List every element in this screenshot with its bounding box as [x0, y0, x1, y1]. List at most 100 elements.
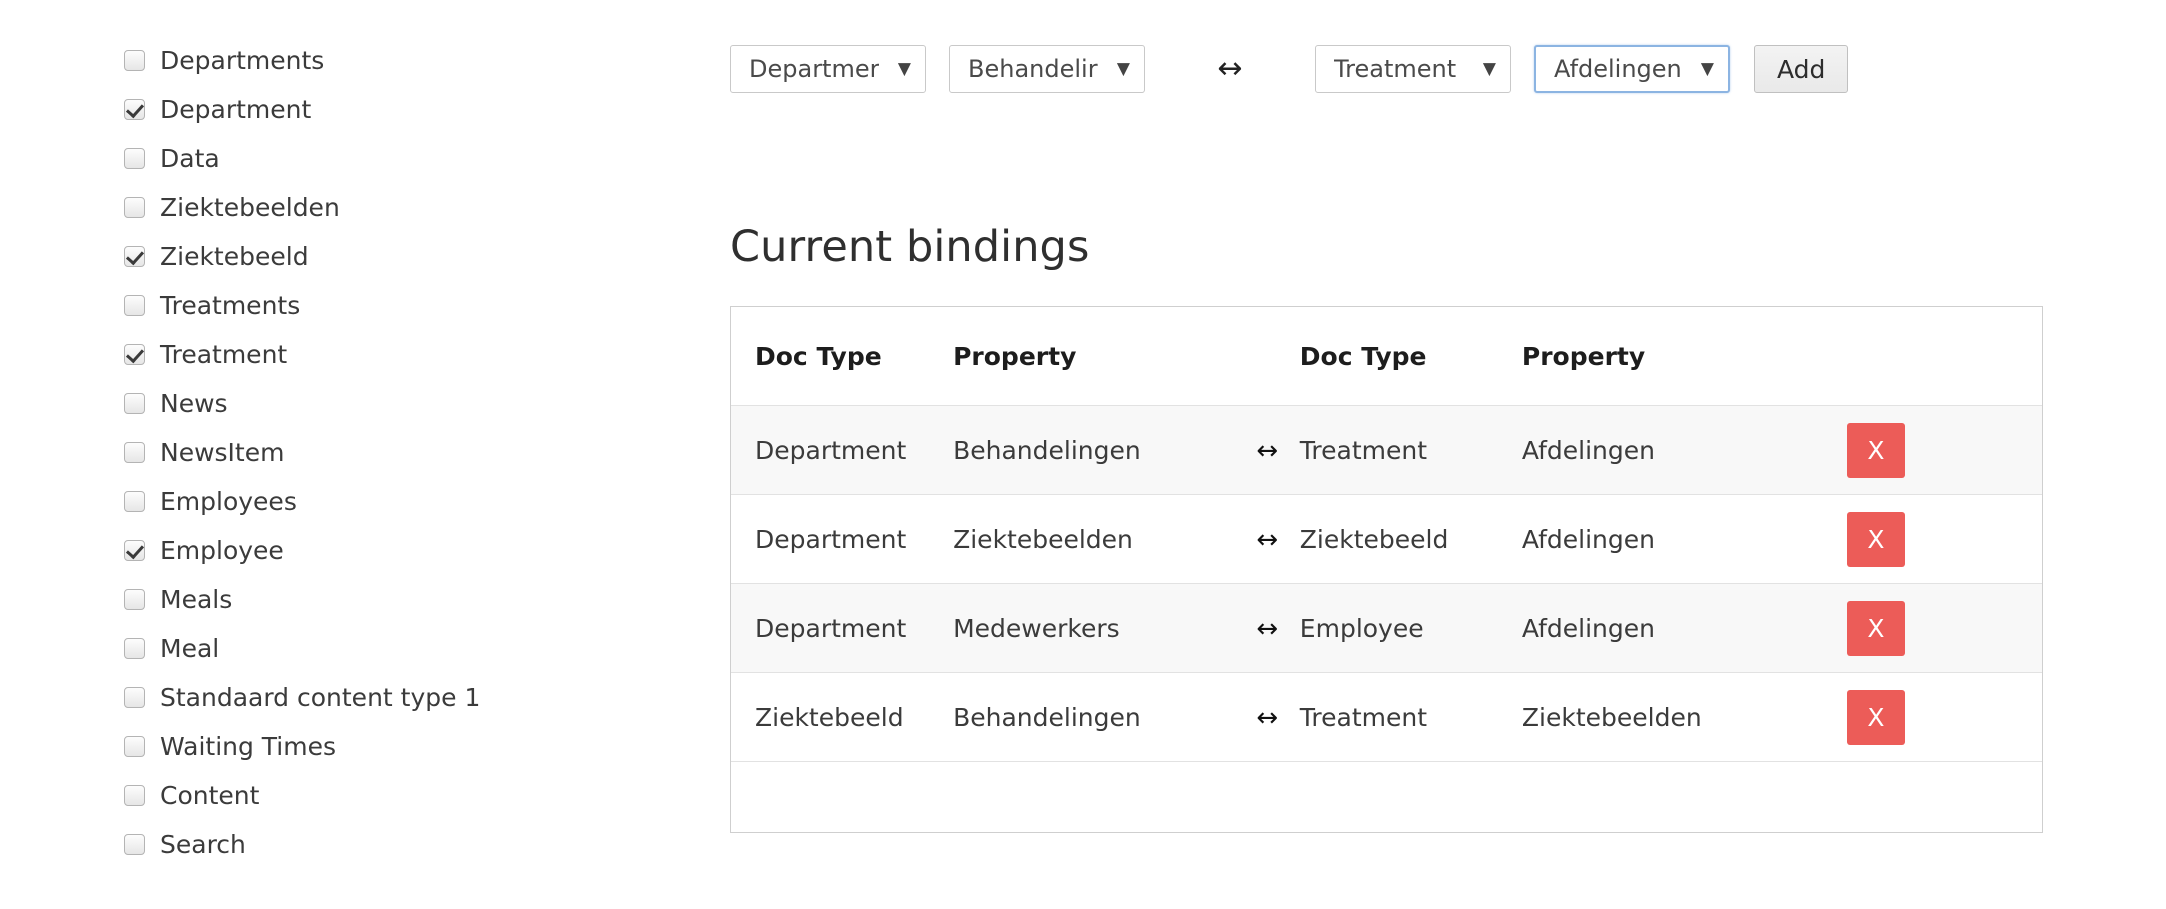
cell-property-b: Afdelingen	[1521, 494, 1847, 584]
right-doctype-select-value: Treatment	[1334, 55, 1457, 83]
doctype-checkbox[interactable]	[124, 736, 145, 757]
doctype-label: Data	[160, 144, 220, 173]
doctype-list-item[interactable]: Meals	[124, 575, 604, 624]
doctype-label: News	[160, 389, 228, 418]
cell-actions: X	[1846, 494, 2042, 584]
left-doctype-select[interactable]: Departmer ▼	[730, 45, 926, 93]
doctype-checkbox[interactable]	[124, 246, 145, 267]
doctype-list-item[interactable]: Standaard content type 1	[124, 673, 604, 722]
doctype-checkbox[interactable]	[124, 687, 145, 708]
left-property-select[interactable]: Behandelir ▼	[949, 45, 1145, 93]
doctype-list-item[interactable]: Ziektebeeld	[124, 232, 604, 281]
doctype-label: Meals	[160, 585, 233, 614]
doctype-list-item[interactable]: NewsItem	[124, 428, 604, 477]
cell-arrow: ↔	[1234, 583, 1300, 673]
doctype-checkbox[interactable]	[124, 50, 145, 71]
bindings-table: Doc Type Property Doc Type Property Depa…	[731, 307, 2042, 762]
doctype-checkbox[interactable]	[124, 197, 145, 218]
doctype-checkbox[interactable]	[124, 344, 145, 365]
column-header-doctype-b: Doc Type	[1299, 307, 1522, 406]
doctype-list-item[interactable]: News	[124, 379, 604, 428]
cell-actions: X	[1846, 405, 2042, 495]
column-header-property-a: Property	[953, 307, 1235, 406]
cell-doctype-b: Ziektebeeld	[1299, 494, 1522, 584]
add-binding-button[interactable]: Add	[1754, 45, 1849, 93]
cell-doctype-a: Department	[731, 583, 954, 673]
delete-binding-button[interactable]: X	[1846, 422, 1905, 478]
doctype-label: Standaard content type 1	[160, 683, 481, 712]
column-header-arrow	[1234, 307, 1300, 406]
cell-property-a: Behandelingen	[953, 672, 1235, 762]
delete-binding-button[interactable]: X	[1846, 511, 1905, 567]
doctype-checkbox[interactable]	[124, 442, 145, 463]
cell-doctype-b: Employee	[1299, 583, 1522, 673]
doctype-list-item[interactable]: Treatments	[124, 281, 604, 330]
doctype-checkbox[interactable]	[124, 393, 145, 414]
chevron-down-icon: ▼	[1700, 58, 1714, 79]
cell-property-b: Ziektebeelden	[1521, 672, 1847, 762]
cell-actions: X	[1846, 672, 2042, 762]
doctype-list-item[interactable]: Employee	[124, 526, 604, 575]
doctype-label: Ziektebeelden	[160, 193, 340, 222]
table-row: Ziektebeeld Behandelingen ↔ Treatment Ziekte…	[731, 672, 2042, 762]
column-header-doctype-a: Doc Type	[731, 307, 954, 406]
cell-property-b: Afdelingen	[1521, 583, 1847, 673]
binding-builder-toolbar: Departmer ▼ Behandelir ▼ ↔ Treatment ▼ A…	[730, 45, 1849, 93]
doctype-checkbox[interactable]	[124, 540, 145, 561]
doctype-label: Ziektebeeld	[160, 242, 309, 271]
doctype-checkbox[interactable]	[124, 638, 145, 659]
bindings-table-body: Department Behandelingen ↔ Treatment Afdelin…	[731, 405, 2042, 762]
cell-doctype-b: Treatment	[1299, 672, 1522, 762]
doctype-list-item[interactable]: Treatment	[124, 330, 604, 379]
column-header-actions	[1846, 307, 2042, 406]
table-row: Department Medewerkers ↔ Employee Afdelingen…	[731, 583, 2042, 673]
cell-property-b: Afdelingen	[1521, 405, 1847, 495]
left-property-select-value: Behandelir	[968, 55, 1098, 83]
doctype-label: Treatment	[160, 340, 288, 369]
doctype-label: Departments	[160, 46, 325, 75]
cell-doctype-a: Department	[731, 494, 954, 584]
doctype-label: Waiting Times	[160, 732, 337, 761]
table-row: Department Behandelingen ↔ Treatment Afdelin…	[731, 405, 2042, 495]
table-row: Department Ziektebeelden ↔ Ziektebeeld Afdel…	[731, 494, 2042, 584]
bindings-table-head: Doc Type Property Doc Type Property	[731, 307, 2042, 406]
left-doctype-select-value: Departmer	[749, 55, 880, 83]
doctype-checkbox[interactable]	[124, 99, 145, 120]
doctype-list-item[interactable]: Departments	[124, 36, 604, 85]
doctype-checkbox[interactable]	[124, 834, 145, 855]
doctype-checkbox[interactable]	[124, 589, 145, 610]
doctype-list-item[interactable]: Meal	[124, 624, 604, 673]
cell-arrow: ↔	[1234, 405, 1300, 495]
right-doctype-select[interactable]: Treatment ▼	[1315, 45, 1511, 93]
doctype-list-item[interactable]: Search	[124, 820, 604, 869]
chevron-down-icon: ▼	[1482, 58, 1496, 79]
doctype-list-item[interactable]: Department	[124, 85, 604, 134]
doctype-list-item[interactable]: Content	[124, 771, 604, 820]
doctype-label: Employee	[160, 536, 284, 565]
chevron-down-icon: ▼	[897, 58, 911, 79]
cell-property-a: Ziektebeelden	[953, 494, 1235, 584]
delete-binding-button[interactable]: X	[1846, 689, 1905, 745]
doctype-list-item[interactable]: Waiting Times	[124, 722, 604, 771]
delete-binding-button[interactable]: X	[1846, 600, 1905, 656]
table-header-row: Doc Type Property Doc Type Property	[731, 307, 2042, 406]
doctype-label: NewsItem	[160, 438, 285, 467]
doctype-label: Search	[160, 830, 246, 859]
cell-arrow: ↔	[1234, 494, 1300, 584]
doctype-list-item[interactable]: Ziektebeelden	[124, 183, 604, 232]
doctype-label: Content	[160, 781, 260, 810]
doctype-label: Employees	[160, 487, 297, 516]
doctype-checkbox[interactable]	[124, 491, 145, 512]
doctype-checkbox[interactable]	[124, 295, 145, 316]
doctype-list-item[interactable]: Employees	[124, 477, 604, 526]
cell-actions: X	[1846, 583, 2042, 673]
doctype-label: Meal	[160, 634, 220, 663]
doctype-list-item[interactable]: Data	[124, 134, 604, 183]
doctype-label: Treatments	[160, 291, 301, 320]
right-property-select[interactable]: Afdelingen ▼	[1534, 45, 1730, 93]
bidirectional-arrow-icon: ↔	[1256, 524, 1279, 555]
doctype-checkbox[interactable]	[124, 785, 145, 806]
doctype-checkbox[interactable]	[124, 148, 145, 169]
cell-property-a: Behandelingen	[953, 405, 1235, 495]
cell-doctype-b: Treatment	[1299, 405, 1522, 495]
